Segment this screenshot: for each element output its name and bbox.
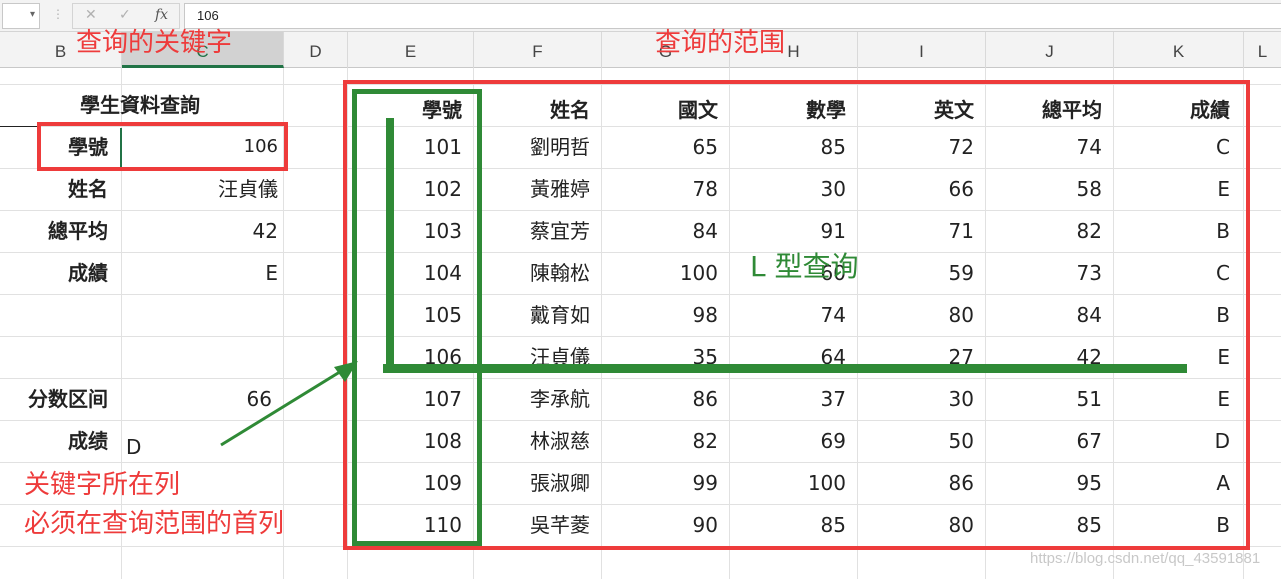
note-line-1: 关键字所在列: [24, 470, 181, 500]
l-vertical-bar: [386, 118, 394, 368]
confirm-icon[interactable]: ✓: [119, 7, 131, 23]
score-range-label[interactable]: 分数区间: [0, 378, 108, 420]
formula-value: 106: [197, 8, 219, 23]
name-box[interactable]: ▾: [2, 3, 40, 29]
lookup-label-name[interactable]: 姓名: [0, 168, 108, 210]
column-header-i[interactable]: I: [858, 32, 986, 68]
watermark: https://blog.csdn.net/qq_43591881: [1030, 550, 1261, 567]
keyword-highlight-box: [37, 122, 288, 171]
lookup-title[interactable]: 學生資料查詢: [40, 84, 240, 126]
grade-value[interactable]: D: [126, 426, 186, 468]
chevron-down-icon[interactable]: ▾: [30, 9, 35, 20]
lookup-value-average[interactable]: 42: [122, 210, 278, 252]
l-horizontal-bar: [383, 364, 1187, 373]
lookup-value-grade[interactable]: E: [122, 252, 278, 294]
function-icon[interactable]: fx: [155, 7, 168, 23]
column-header-k[interactable]: K: [1114, 32, 1244, 68]
note-line-2: 必须在查询范围的首列: [24, 509, 285, 539]
column-header-d[interactable]: D: [284, 32, 348, 68]
grade-label[interactable]: 成绩: [0, 420, 108, 462]
column-header-f[interactable]: F: [474, 32, 602, 68]
l-lookup-annotation: L 型查询: [750, 250, 859, 283]
arrow-icon: [220, 361, 358, 447]
column-header-j[interactable]: J: [986, 32, 1114, 68]
lookup-label-average[interactable]: 總平均: [0, 210, 108, 252]
key-column-green-box: [352, 89, 482, 546]
column-header-l[interactable]: L: [1244, 32, 1281, 68]
keyword-annotation: 查询的关键字: [76, 28, 233, 58]
lookup-value-name[interactable]: 汪貞儀: [122, 168, 278, 210]
column-header-e[interactable]: E: [348, 32, 474, 68]
more-options-icon: ⋮: [52, 7, 64, 21]
cancel-icon[interactable]: ✕: [85, 7, 97, 23]
range-annotation: 查询的范围: [655, 28, 786, 58]
lookup-label-grade[interactable]: 成績: [0, 252, 108, 294]
